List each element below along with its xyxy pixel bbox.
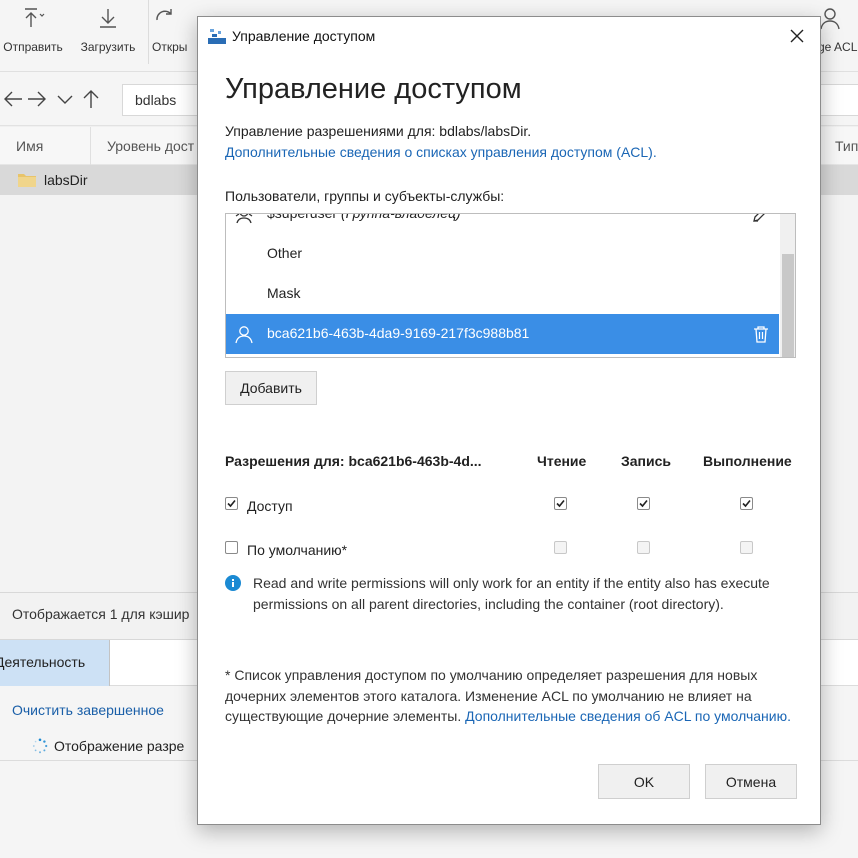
principal-name: $superuser — [267, 213, 338, 221]
toolbar-separator — [148, 0, 149, 64]
permission-row-access: Доступ — [225, 496, 796, 518]
access-read-checkbox[interactable] — [554, 497, 567, 510]
default-acl-note: * Список управления доступом по умолчани… — [225, 665, 800, 727]
add-button[interactable]: Добавить — [225, 371, 317, 405]
principal-name: Mask — [267, 285, 301, 301]
close-icon[interactable] — [786, 25, 808, 47]
dialog-heading: Управление доступом — [225, 73, 522, 105]
principal-owner-tag: (Группа-владелец) — [340, 213, 461, 221]
clear-completed-link[interactable]: Очистить завершенное — [12, 702, 164, 718]
up-arrow-icon[interactable] — [80, 88, 102, 110]
scrollbar[interactable] — [780, 214, 795, 357]
edit-icon[interactable] — [751, 213, 771, 224]
column-type[interactable]: Тип — [835, 138, 858, 154]
column-execute: Выполнение — [703, 453, 792, 469]
column-name[interactable]: Имя — [16, 138, 43, 154]
cancel-button[interactable]: Отмена — [705, 764, 797, 799]
storage-explorer-icon — [208, 29, 226, 44]
access-execute-checkbox[interactable] — [740, 497, 753, 510]
upload-button[interactable]: Отправить — [0, 0, 66, 72]
column-access-level[interactable]: Уровень дост — [107, 138, 194, 154]
ok-button[interactable]: OK — [598, 764, 690, 799]
file-name: labsDir — [44, 172, 88, 188]
download-label: Загрузить — [80, 40, 136, 54]
info-icon — [225, 575, 241, 591]
column-separator[interactable] — [90, 127, 91, 165]
default-enabled-checkbox[interactable] — [225, 541, 238, 554]
tab-activity[interactable]: Деятельность — [0, 640, 110, 686]
group-icon — [235, 214, 253, 224]
permissions-for-label: Разрешения для: bca621b6-463b-4d... — [225, 453, 482, 469]
dialog-title: Управление доступом — [232, 28, 376, 44]
chevron-down-icon[interactable] — [54, 88, 76, 110]
column-read: Чтение — [537, 453, 587, 469]
open-label: Откры — [152, 40, 188, 54]
activity-item-text: Отображение разре — [54, 738, 185, 754]
user-icon — [820, 8, 840, 30]
folder-icon — [18, 174, 36, 187]
principal-label: $superuser (Группа-владелец) — [267, 213, 461, 221]
manage-acl-label: ge ACL — [818, 40, 858, 54]
permissions-header: Разрешения для: bca621b6-463b-4d... Чтен… — [225, 453, 796, 473]
principal-item-user[interactable]: bca621b6-463b-4da9-9169-217f3c988b81 — [226, 314, 779, 354]
permission-row-default: По умолчанию* — [225, 540, 796, 562]
principal-name: Other — [267, 245, 303, 261]
default-write-checkbox — [637, 541, 650, 554]
principal-item-mask[interactable]: Mask — [226, 274, 779, 314]
principals-list[interactable]: $superuser (Группа-владелец) Other Mask … — [225, 213, 796, 358]
status-text: Отображается 1 для кэшир — [12, 606, 190, 622]
back-arrow-icon[interactable] — [2, 88, 24, 110]
default-read-checkbox — [554, 541, 567, 554]
open-button[interactable]: Откры — [152, 0, 198, 72]
principals-label: Пользователи, группы и субъекты-службы: — [225, 188, 505, 204]
default-execute-checkbox — [740, 541, 753, 554]
open-icon — [156, 9, 172, 21]
spinner-icon — [32, 738, 48, 754]
manage-acl-button[interactable]: ge ACL — [818, 0, 858, 72]
tab-activity-label: Деятельность — [0, 654, 86, 670]
info-text: Read and write permissions will only wor… — [253, 575, 770, 612]
principal-item-other[interactable]: Other — [226, 234, 779, 274]
download-icon — [100, 9, 116, 28]
trash-icon[interactable] — [751, 324, 771, 344]
dialog-titlebar[interactable]: Управление доступом — [198, 17, 820, 55]
access-write-checkbox[interactable] — [637, 497, 650, 510]
search-box[interactable] — [820, 84, 858, 116]
column-write: Запись — [621, 453, 672, 469]
principal-item-superuser[interactable]: $superuser (Группа-владелец) — [226, 213, 779, 234]
default-label: По умолчанию* — [247, 542, 348, 558]
upload-label: Отправить — [3, 40, 63, 54]
manage-access-dialog: Управление доступом Управление доступом … — [197, 16, 821, 825]
forward-arrow-icon[interactable] — [26, 88, 48, 110]
permissions-for-path: Управление разрешениями для: bdlabs/labs… — [225, 123, 532, 139]
user-icon — [235, 326, 253, 344]
upload-icon — [25, 8, 45, 27]
access-enabled-checkbox[interactable] — [225, 497, 238, 510]
download-button[interactable]: Загрузить — [74, 0, 142, 72]
default-acl-info-link[interactable]: Дополнительные сведения об ACL по умолча… — [465, 708, 791, 724]
access-label: Доступ — [247, 498, 293, 514]
scrollbar-thumb[interactable] — [782, 254, 794, 357]
activity-item: Отображение разре — [32, 738, 184, 754]
principal-name: bca621b6-463b-4da9-9169-217f3c988b81 — [267, 325, 530, 341]
acl-info-link[interactable]: Дополнительные сведения о списках управл… — [225, 144, 657, 160]
